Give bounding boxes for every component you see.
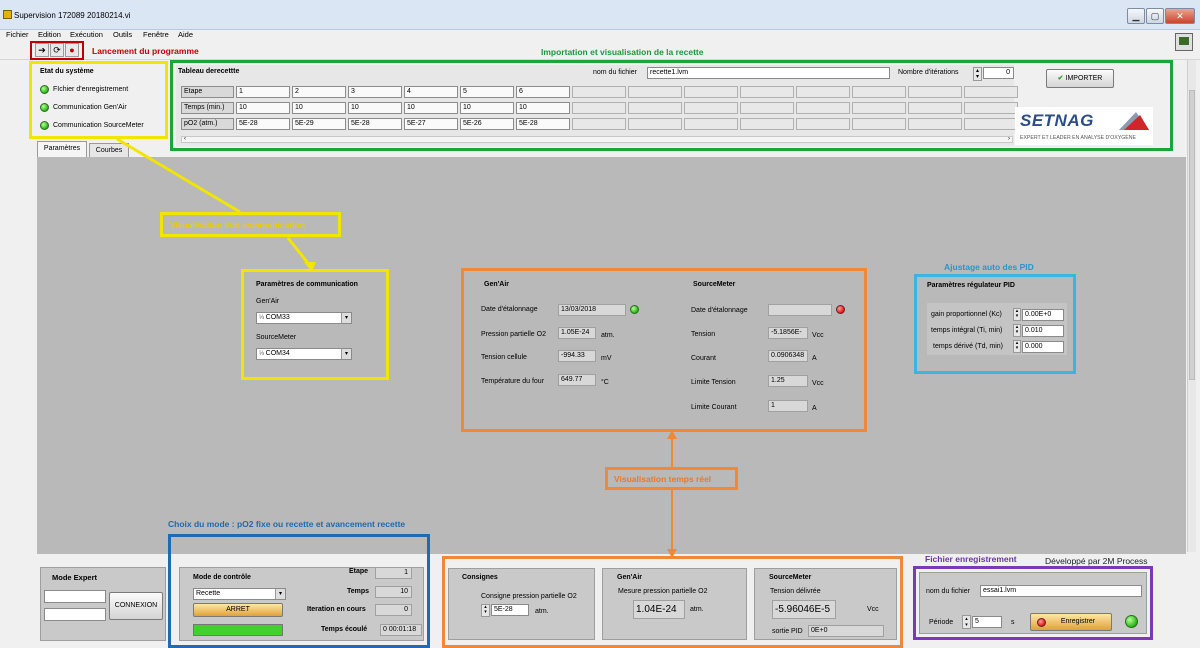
pid-ti-label: temps intégral (Ti, min) — [931, 327, 1003, 334]
genair-cell-unit: mV — [601, 355, 612, 362]
anno-comm-state: Visualisation état communication — [170, 220, 305, 230]
period-input[interactable]: 5 — [972, 616, 1002, 628]
genair-calib-value: 13/03/2018 — [558, 304, 626, 316]
pid-kc-stepper[interactable]: ▴ ▾ — [1013, 308, 1021, 321]
pid-title: Paramètres régulateur PID — [927, 282, 1015, 289]
genair-temp-unit: °C — [601, 379, 609, 386]
developer-credit: Développé par 2M Process — [1045, 556, 1148, 566]
consignes-po2-unit: atm. — [535, 608, 549, 615]
sm-tension-label: Tension — [691, 331, 716, 338]
genair-temp-label: Température du four — [481, 378, 545, 385]
dropdown-arrow-icon[interactable]: ▾ — [341, 313, 351, 323]
iteration-value: 0 — [375, 604, 412, 616]
enregistrer-button[interactable]: Enregistrer — [1030, 613, 1112, 631]
sm-pid-value: 0E+0 — [808, 625, 884, 637]
recording-file-label: nom du fichier — [926, 588, 970, 595]
sourcemeter-port-label: SourceMeter — [256, 334, 297, 341]
control-title: Mode de contrôle — [193, 574, 251, 581]
elapsed-value: 0 00:01:18 — [380, 624, 422, 636]
comm-params-title: Paramètres de communication — [256, 281, 358, 288]
genair-po2-unit: atm. — [601, 332, 615, 339]
genair-temp-value: 649.77 — [558, 374, 596, 386]
visa-icon: ⅓ — [259, 351, 266, 357]
expert-password-input[interactable] — [44, 608, 106, 621]
connexion-button[interactable]: CONNEXION — [109, 592, 163, 620]
sm-limtension-unit: Vcc — [812, 380, 824, 387]
sm-courant-unit: A — [812, 355, 817, 362]
sm-tension-unit: Vcc — [812, 332, 824, 339]
genair-meas-label: Mesure pression partielle O2 — [618, 588, 708, 595]
etape-value: 1 — [375, 567, 412, 579]
visa-icon: ⅓ — [259, 315, 266, 321]
genair-port-select[interactable]: ⅓ COM33 ▾ — [256, 312, 352, 324]
sm-limtension-value: 1.25 — [768, 375, 808, 387]
progress-fill — [194, 625, 282, 635]
genair-title: Gen'Air — [484, 281, 510, 288]
temps-label: Temps — [347, 588, 370, 595]
sm-meas-value: -5.96046E-5 — [772, 600, 836, 619]
pid-td-input[interactable]: 0.000 — [1022, 341, 1064, 353]
sm-pid-label: sortie PID — [772, 628, 803, 635]
consignes-title: Consignes — [462, 574, 498, 581]
sm-tension-value: -5.1856E- — [768, 327, 808, 339]
sm-limcourant-value: 1 — [768, 400, 808, 412]
progress-bar — [193, 624, 283, 636]
consignes-po2-stepper[interactable]: ▴ ▾ — [481, 604, 490, 617]
expert-user-input[interactable] — [44, 590, 106, 603]
sm-calib-label: Date d'étalonnage — [691, 307, 748, 314]
sourcemeter-port-select[interactable]: ⅓ COM34 ▾ — [256, 348, 352, 360]
arret-button[interactable]: ARRET — [193, 603, 283, 617]
genair-po2-value: 1.05E-24 — [558, 327, 596, 339]
anno-realtime: Visualisation temps réel — [614, 474, 712, 484]
sourcemeter-title: SourceMeter — [693, 281, 736, 288]
consignes-po2-input[interactable]: 5E-28 — [491, 604, 529, 616]
sm-courant-label: Courant — [691, 355, 716, 362]
pid-td-stepper[interactable]: ▴ ▾ — [1013, 340, 1021, 353]
genair-calib-led-icon — [630, 305, 639, 314]
genair-meas-value: 1.04E-24 — [633, 600, 685, 619]
anno-pid: Ajustage auto des PID — [944, 262, 1034, 272]
control-mode-select[interactable]: Recette ▾ — [193, 588, 286, 600]
pid-td-label: temps dérivé (Td, min) — [933, 343, 1004, 350]
anno-mode: Choix du mode : pO2 fixe ou recette et a… — [168, 519, 406, 529]
recording-period-label: Période — [929, 619, 954, 626]
sm-limcourant-unit: A — [812, 405, 817, 412]
recording-status-led-icon — [1125, 615, 1138, 628]
expert-title: Mode Expert — [52, 573, 98, 582]
genair-cell-value: -994.33 — [558, 350, 596, 362]
elapsed-label: Temps écoulé — [321, 626, 368, 633]
genair-port-label: Gen'Air — [256, 298, 280, 305]
genair-calib-label: Date d'étalonnage — [481, 306, 538, 313]
genair-po2-label: Pression partielle O2 — [481, 331, 546, 338]
sm-meas-label: Tension délivrée — [770, 588, 821, 595]
dropdown-arrow-icon[interactable]: ▾ — [275, 589, 285, 599]
period-stepper[interactable]: ▴ ▾ — [962, 615, 971, 629]
consignes-po2-label: Consigne pression partielle O2 — [481, 593, 577, 600]
period-unit: s — [1011, 619, 1015, 626]
sm-calib-value — [768, 304, 832, 316]
record-led-icon — [1037, 618, 1046, 627]
genair-meas-unit: atm. — [690, 606, 704, 613]
genair-cell-label: Tension cellule — [481, 354, 527, 361]
temps-value: 10 — [375, 586, 412, 598]
pid-kc-input[interactable]: 0.00E+0 — [1022, 309, 1064, 321]
dropdown-arrow-icon[interactable]: ▾ — [341, 349, 351, 359]
sm-meas-title: SourceMeter — [769, 574, 812, 581]
etape-label: Etape — [349, 568, 369, 575]
sm-calib-led-icon — [836, 305, 845, 314]
pid-ti-input[interactable]: 0.010 — [1022, 325, 1064, 337]
pid-kc-label: gain proportionnel (Kc) — [931, 311, 1002, 318]
pid-ti-stepper[interactable]: ▴ ▾ — [1013, 324, 1021, 337]
sm-limtension-label: Limite Tension — [691, 379, 736, 386]
sm-limcourant-label: Limite Courant — [691, 404, 737, 411]
genair-meas-title: Gen'Air — [617, 574, 643, 581]
sm-courant-value: 0.0906348 — [768, 350, 808, 362]
anno-recording: Fichier enregistrement — [925, 554, 1017, 564]
recording-file-input[interactable]: essai1.lvm — [980, 585, 1142, 597]
iteration-label: Iteration en cours — [307, 606, 366, 613]
sm-meas-unit: Vcc — [867, 606, 879, 613]
